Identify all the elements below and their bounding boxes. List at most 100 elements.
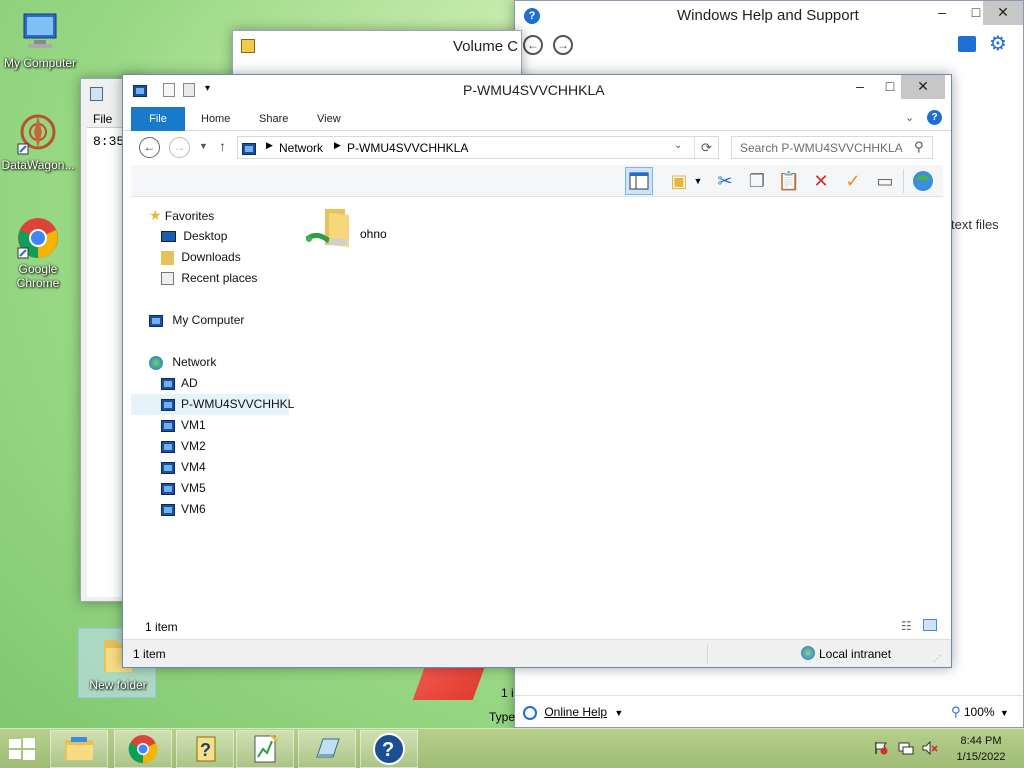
properties-icon[interactable]: ▭ (871, 167, 899, 195)
nav-network-vm6[interactable]: VM6 (161, 499, 206, 520)
taskbar-chart-app[interactable] (236, 730, 294, 768)
nav-network-current[interactable]: P-WMU4SVVCHHKL (131, 394, 294, 415)
minimize-button[interactable]: – (843, 75, 877, 99)
qat-chevron-down-icon[interactable]: ▾ (205, 83, 210, 94)
breadcrumb-separator: ▶ (334, 140, 341, 150)
desktop-icon-google-chrome[interactable]: Google Chrome (0, 216, 76, 290)
taskbar-notepad[interactable] (298, 730, 356, 768)
qat-newfolder-icon[interactable] (183, 83, 195, 97)
tab-share[interactable]: Share (245, 107, 302, 131)
nav-recent-places[interactable]: Recent places (161, 268, 257, 289)
tab-view[interactable]: View (303, 107, 355, 131)
command-toolbar: ▣ ▼ ✂ ❐ 📋 ✕ ✓ ▭ (131, 165, 943, 197)
up-arrow-icon[interactable]: ↑ (219, 138, 226, 154)
tab-home[interactable]: Home (187, 107, 244, 131)
file-name: ohno (360, 227, 387, 241)
taskbar-chrome[interactable] (114, 730, 172, 768)
desktop-icon-my-computer[interactable]: My Computer (2, 10, 78, 70)
paste-icon[interactable]: 📋 (775, 167, 803, 195)
online-help-button[interactable]: Online Help ▼ (523, 702, 623, 722)
help-content-text: text files (951, 217, 999, 232)
forward-arrow-icon[interactable]: → (169, 137, 190, 158)
list-item[interactable]: ohno (305, 205, 405, 253)
desktop-icon-datawagon[interactable]: DataWagon... (0, 112, 76, 172)
network-pc-icon (161, 377, 175, 390)
nav-network-ad[interactable]: AD (161, 373, 198, 394)
status-bar: 1 item Local intranet ⋰ (123, 639, 951, 667)
breadcrumb-network[interactable]: Network (279, 141, 323, 155)
chart-app-icon (254, 733, 279, 763)
minimize-button[interactable]: – (925, 1, 959, 25)
rename-check-icon[interactable]: ✓ (839, 167, 867, 195)
nav-downloads[interactable]: Downloads (161, 247, 241, 268)
explorer-titlebar[interactable]: ▾ P-WMU4SVVCHHKLA – □ ✕ (123, 75, 951, 105)
ribbon-expand-chevron-icon[interactable]: ⌄ (905, 111, 914, 124)
recent-chevron-down-icon[interactable]: ▼ (199, 141, 208, 151)
start-button[interactable] (8, 737, 36, 761)
downloads-icon (161, 250, 174, 265)
address-dropdown-chevron-icon[interactable]: ⌄ (674, 140, 682, 151)
nav-network[interactable]: Network (149, 352, 216, 373)
help-footer: Online Help ▼ ⚲ 100% ▼ (515, 695, 1023, 727)
notepad-icon (90, 87, 103, 101)
close-button[interactable]: ✕ (901, 75, 945, 99)
taskbar-help-app[interactable]: ? (176, 730, 234, 768)
zoom-button[interactable]: ⚲ 100% ▼ (951, 702, 1009, 722)
nav-network-vm5[interactable]: VM5 (161, 478, 206, 499)
tray-volume-muted-icon[interactable] (922, 740, 938, 756)
navigation-pane[interactable]: ★ Favorites Desktop Downloads Recent pla… (131, 201, 296, 615)
nav-recent-places-label: Recent places (181, 271, 258, 285)
clock[interactable]: 8:44 PM 1/15/2022 (948, 733, 1014, 765)
back-arrow-icon[interactable]: ← (139, 137, 160, 158)
resize-grip-icon[interactable]: ⋰ (933, 654, 941, 663)
taskbar-help-support[interactable]: ? (360, 730, 418, 768)
help-icon: ? (524, 8, 540, 24)
copy-icon[interactable]: ❐ (743, 167, 771, 195)
folder-options-icon[interactable]: ▣ (665, 167, 693, 195)
gear-icon[interactable]: ⚙ (989, 33, 1007, 55)
file-explorer-icon (65, 737, 93, 760)
tray-flag-icon[interactable] (874, 741, 888, 755)
search-input[interactable]: Search P-WMU4SVVCHHKLA ⚲ (731, 136, 933, 159)
taskbar-file-explorer[interactable] (50, 730, 108, 768)
computer-icon (18, 10, 62, 54)
nav-network-vm1[interactable]: VM1 (161, 415, 206, 436)
notepad-icon (316, 738, 340, 758)
tab-file[interactable]: File (131, 107, 185, 131)
help-circle-icon: ? (373, 733, 405, 765)
file-list[interactable]: ohno (299, 201, 943, 615)
nav-desktop[interactable]: Desktop (161, 226, 227, 247)
notepad-menu-file[interactable]: File (93, 112, 112, 126)
tray-network-icon[interactable] (898, 741, 914, 755)
options-chevron-down-icon[interactable]: ▼ (691, 167, 705, 195)
forward-arrow-icon[interactable]: → (553, 35, 573, 55)
help-toolbar: ← → ⚙ (515, 31, 1023, 61)
explorer-window[interactable]: ▾ P-WMU4SVVCHHKLA – □ ✕ File Home Share … (122, 74, 952, 668)
back-arrow-icon[interactable]: ← (523, 35, 543, 55)
help-titlebar[interactable]: ? Windows Help and Support – □ ✕ (515, 1, 1023, 31)
svg-text:?: ? (382, 739, 394, 761)
clock-time: 8:44 PM (960, 735, 1002, 747)
network-pc-icon (161, 440, 175, 453)
breadcrumb-computer[interactable]: P-WMU4SVVCHHKLA (347, 141, 468, 155)
help-doc-icon: ? (196, 736, 216, 762)
refresh-icon[interactable]: ⟳ (694, 137, 718, 158)
details-view-icon[interactable]: ☷ (901, 619, 912, 633)
close-button[interactable]: ✕ (983, 1, 1023, 25)
print-icon[interactable] (958, 36, 976, 52)
globe-icon[interactable] (909, 167, 937, 195)
nav-network-vm4[interactable]: VM4 (161, 457, 206, 478)
desktop-icon-label: DataWagon... (1, 158, 75, 172)
nav-favorites[interactable]: ★ Favorites (149, 205, 214, 226)
delete-icon[interactable]: ✕ (807, 167, 835, 195)
qat-properties-icon[interactable] (163, 83, 175, 97)
cut-icon[interactable]: ✂ (711, 167, 739, 195)
help-icon[interactable]: ? (927, 110, 942, 125)
nav-network-vm2[interactable]: VM2 (161, 436, 206, 457)
preview-pane-icon[interactable] (625, 167, 653, 195)
large-icons-view-icon[interactable] (923, 619, 937, 631)
address-bar[interactable]: ▶ Network ▶ P-WMU4SVVCHHKLA ⌄ ⟳ (237, 136, 719, 159)
nav-my-computer[interactable]: My Computer (149, 310, 244, 331)
breadcrumb-separator: ▶ (266, 140, 273, 150)
nav-item-label: VM2 (181, 439, 206, 453)
